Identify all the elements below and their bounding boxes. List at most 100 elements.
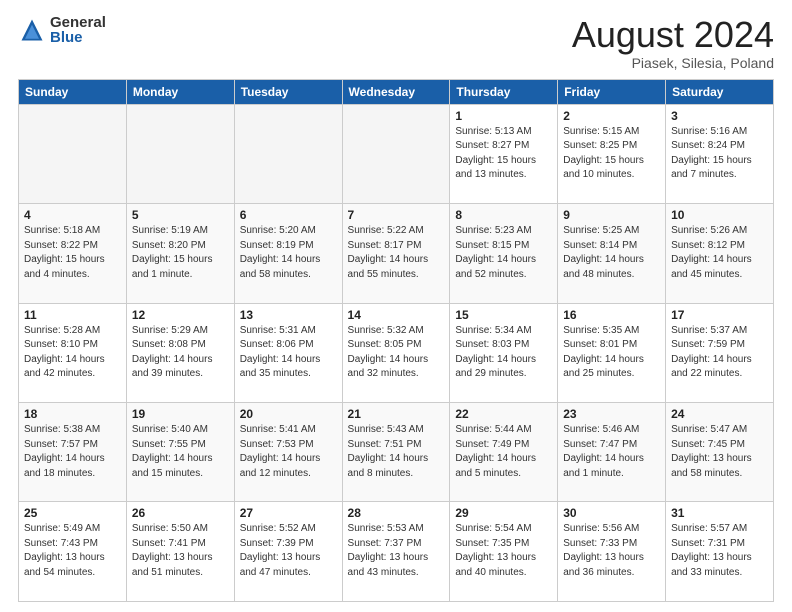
day-info: Sunrise: 5:29 AM Sunset: 8:08 PM Dayligh… — [132, 324, 229, 382]
header-sunday: Sunday — [19, 79, 127, 104]
day-number: 12 — [132, 308, 229, 322]
day-number: 7 — [348, 208, 445, 222]
day-info: Sunrise: 5:56 AM Sunset: 7:33 PM Dayligh… — [563, 522, 660, 580]
day-number: 18 — [24, 407, 121, 421]
table-row: 2 Sunrise: 5:15 AM Sunset: 8:25 PM Daylig… — [558, 104, 666, 203]
day-number: 27 — [240, 506, 337, 520]
table-row: 10 Sunrise: 5:26 AM Sunset: 8:12 PM Dayli… — [666, 204, 774, 303]
table-row — [234, 104, 342, 203]
day-number: 17 — [671, 308, 768, 322]
calendar-week-1: 1 Sunrise: 5:13 AM Sunset: 8:27 PM Daylig… — [19, 104, 774, 203]
table-row: 15 Sunrise: 5:34 AM Sunset: 8:03 PM Dayli… — [450, 303, 558, 402]
table-row: 27 Sunrise: 5:52 AM Sunset: 7:39 PM Dayli… — [234, 502, 342, 602]
day-info: Sunrise: 5:20 AM Sunset: 8:19 PM Dayligh… — [240, 224, 337, 282]
day-info: Sunrise: 5:49 AM Sunset: 7:43 PM Dayligh… — [24, 522, 121, 580]
header-tuesday: Tuesday — [234, 79, 342, 104]
day-info: Sunrise: 5:54 AM Sunset: 7:35 PM Dayligh… — [455, 522, 552, 580]
day-info: Sunrise: 5:26 AM Sunset: 8:12 PM Dayligh… — [671, 224, 768, 282]
day-number: 29 — [455, 506, 552, 520]
calendar-header-row: Sunday Monday Tuesday Wednesday Thursday… — [19, 79, 774, 104]
table-row: 12 Sunrise: 5:29 AM Sunset: 8:08 PM Dayli… — [126, 303, 234, 402]
day-info: Sunrise: 5:38 AM Sunset: 7:57 PM Dayligh… — [24, 423, 121, 481]
table-row: 29 Sunrise: 5:54 AM Sunset: 7:35 PM Dayli… — [450, 502, 558, 602]
day-number: 19 — [132, 407, 229, 421]
table-row — [342, 104, 450, 203]
table-row: 4Sunrise: 5:18 AM Sunset: 8:22 PM Daylig… — [19, 204, 127, 303]
day-info: Sunrise: 5:16 AM Sunset: 8:24 PM Dayligh… — [671, 125, 768, 183]
table-row: 28Sunrise: 5:53 AM Sunset: 7:37 PM Dayli… — [342, 502, 450, 602]
day-info: Sunrise: 5:35 AM Sunset: 8:01 PM Dayligh… — [563, 324, 660, 382]
table-row: 25 Sunrise: 5:49 AM Sunset: 7:43 PM Dayli… — [19, 502, 127, 602]
day-info: Sunrise: 5:43 AM Sunset: 7:51 PM Dayligh… — [348, 423, 445, 481]
page: General Blue August 2024 Piasek, Silesia… — [0, 0, 792, 612]
day-number: 3 — [671, 109, 768, 123]
table-row: 18 Sunrise: 5:38 AM Sunset: 7:57 PM Dayli… — [19, 403, 127, 502]
day-number: 23 — [563, 407, 660, 421]
table-row — [19, 104, 127, 203]
day-info: Sunrise: 5:32 AM Sunset: 8:05 PM Dayligh… — [348, 324, 445, 382]
table-row: 20Sunrise: 5:41 AM Sunset: 7:53 PM Dayli… — [234, 403, 342, 502]
day-info: Sunrise: 5:25 AM Sunset: 8:14 PM Dayligh… — [563, 224, 660, 282]
day-number: 21 — [348, 407, 445, 421]
day-info: Sunrise: 5:52 AM Sunset: 7:39 PM Dayligh… — [240, 522, 337, 580]
day-info: Sunrise: 5:47 AM Sunset: 7:45 PM Dayligh… — [671, 423, 768, 481]
day-info: Sunrise: 5:37 AM Sunset: 7:59 PM Dayligh… — [671, 324, 768, 382]
day-number: 9 — [563, 208, 660, 222]
day-number: 2 — [563, 109, 660, 123]
title-block: August 2024 Piasek, Silesia, Poland — [572, 15, 774, 71]
day-info: Sunrise: 5:18 AM Sunset: 8:22 PM Dayligh… — [24, 224, 121, 282]
table-row: 17 Sunrise: 5:37 AM Sunset: 7:59 PM Dayli… — [666, 303, 774, 402]
calendar-week-5: 25 Sunrise: 5:49 AM Sunset: 7:43 PM Dayli… — [19, 502, 774, 602]
table-row: 26Sunrise: 5:50 AM Sunset: 7:41 PM Dayli… — [126, 502, 234, 602]
day-info: Sunrise: 5:44 AM Sunset: 7:49 PM Dayligh… — [455, 423, 552, 481]
day-info: Sunrise: 5:50 AM Sunset: 7:41 PM Dayligh… — [132, 522, 229, 580]
logo: General Blue — [18, 15, 106, 45]
day-info: Sunrise: 5:15 AM Sunset: 8:25 PM Dayligh… — [563, 125, 660, 183]
table-row: 5Sunrise: 5:19 AM Sunset: 8:20 PM Daylig… — [126, 204, 234, 303]
day-number: 25 — [24, 506, 121, 520]
month-year: August 2024 — [572, 15, 774, 55]
logo-text: General Blue — [50, 15, 106, 45]
table-row: 8Sunrise: 5:23 AM Sunset: 8:15 PM Daylig… — [450, 204, 558, 303]
header-monday: Monday — [126, 79, 234, 104]
day-number: 6 — [240, 208, 337, 222]
day-info: Sunrise: 5:19 AM Sunset: 8:20 PM Dayligh… — [132, 224, 229, 282]
table-row: 3 Sunrise: 5:16 AM Sunset: 8:24 PM Daylig… — [666, 104, 774, 203]
day-info: Sunrise: 5:13 AM Sunset: 8:27 PM Dayligh… — [455, 125, 552, 183]
day-number: 8 — [455, 208, 552, 222]
table-row: 31 Sunrise: 5:57 AM Sunset: 7:31 PM Dayli… — [666, 502, 774, 602]
day-info: Sunrise: 5:57 AM Sunset: 7:31 PM Dayligh… — [671, 522, 768, 580]
header-friday: Friday — [558, 79, 666, 104]
table-row: 13Sunrise: 5:31 AM Sunset: 8:06 PM Dayli… — [234, 303, 342, 402]
day-info: Sunrise: 5:34 AM Sunset: 8:03 PM Dayligh… — [455, 324, 552, 382]
table-row — [126, 104, 234, 203]
day-info: Sunrise: 5:53 AM Sunset: 7:37 PM Dayligh… — [348, 522, 445, 580]
calendar-table: Sunday Monday Tuesday Wednesday Thursday… — [18, 79, 774, 602]
day-number: 10 — [671, 208, 768, 222]
logo-blue-text: Blue — [50, 30, 106, 45]
table-row: 21 Sunrise: 5:43 AM Sunset: 7:51 PM Dayli… — [342, 403, 450, 502]
table-row: 11 Sunrise: 5:28 AM Sunset: 8:10 PM Dayli… — [19, 303, 127, 402]
header-saturday: Saturday — [666, 79, 774, 104]
day-info: Sunrise: 5:41 AM Sunset: 7:53 PM Dayligh… — [240, 423, 337, 481]
day-info: Sunrise: 5:28 AM Sunset: 8:10 PM Dayligh… — [24, 324, 121, 382]
day-number: 31 — [671, 506, 768, 520]
table-row: 24Sunrise: 5:47 AM Sunset: 7:45 PM Dayli… — [666, 403, 774, 502]
table-row: 16Sunrise: 5:35 AM Sunset: 8:01 PM Dayli… — [558, 303, 666, 402]
table-row: 9 Sunrise: 5:25 AM Sunset: 8:14 PM Daylig… — [558, 204, 666, 303]
table-row: 22 Sunrise: 5:44 AM Sunset: 7:49 PM Dayli… — [450, 403, 558, 502]
table-row: 23Sunrise: 5:46 AM Sunset: 7:47 PM Dayli… — [558, 403, 666, 502]
calendar-week-2: 4Sunrise: 5:18 AM Sunset: 8:22 PM Daylig… — [19, 204, 774, 303]
day-number: 15 — [455, 308, 552, 322]
table-row: 7 Sunrise: 5:22 AM Sunset: 8:17 PM Daylig… — [342, 204, 450, 303]
day-info: Sunrise: 5:22 AM Sunset: 8:17 PM Dayligh… — [348, 224, 445, 282]
day-number: 1 — [455, 109, 552, 123]
table-row: 30Sunrise: 5:56 AM Sunset: 7:33 PM Dayli… — [558, 502, 666, 602]
location: Piasek, Silesia, Poland — [572, 55, 774, 71]
day-number: 22 — [455, 407, 552, 421]
day-info: Sunrise: 5:40 AM Sunset: 7:55 PM Dayligh… — [132, 423, 229, 481]
day-info: Sunrise: 5:31 AM Sunset: 8:06 PM Dayligh… — [240, 324, 337, 382]
day-number: 11 — [24, 308, 121, 322]
table-row: 1 Sunrise: 5:13 AM Sunset: 8:27 PM Daylig… — [450, 104, 558, 203]
header-thursday: Thursday — [450, 79, 558, 104]
